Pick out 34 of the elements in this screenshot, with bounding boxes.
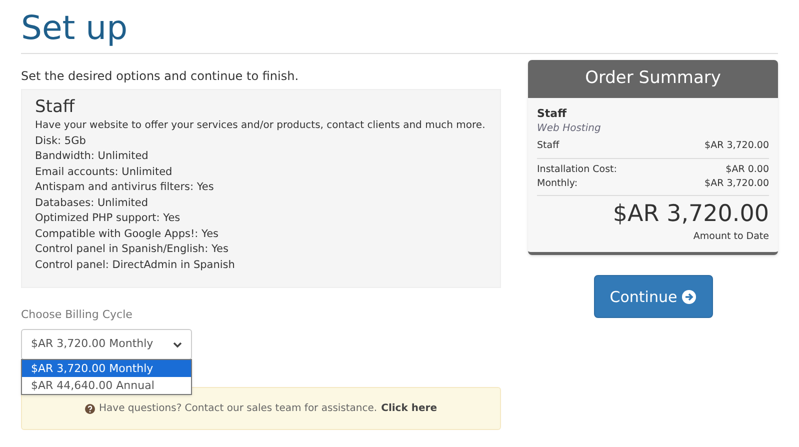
product-name: Staff (35, 96, 75, 118)
summary-group: Web Hosting (537, 121, 601, 136)
feature-text: Control panel in Spanish/English: Yes (35, 242, 228, 257)
summary-item-label: Staff (537, 139, 560, 153)
summary-line-label: Installation Cost: (537, 163, 617, 178)
feature-text: Email accounts: Unlimited (35, 164, 172, 180)
question-icon (85, 404, 96, 414)
feature-text: Compatible with Google Apps!: Yes (35, 226, 218, 242)
feature-text: Control panel: DirectAdmin in Spanish (35, 258, 235, 272)
summary-total: $AR 3,720.00 (612, 200, 769, 230)
billing-label: Choose Billing Cycle (21, 308, 132, 322)
billing-select[interactable]: $AR 3,720.00 Monthly (21, 329, 192, 360)
feature-text: Disk: 5Gb (35, 134, 86, 148)
chevron-down-icon (173, 342, 182, 348)
summary-line-label: Monthly: (537, 177, 578, 192)
arrow-right-circle-icon (682, 290, 696, 304)
billing-option[interactable]: $AR 44,640.00 Annual (22, 377, 191, 394)
help-link[interactable]: Click here (381, 401, 437, 416)
summary-item-amount: $AR 3,720.00 (704, 139, 769, 153)
feature-text: Bandwidth: Unlimited (35, 149, 148, 164)
page-title: Set up (21, 7, 128, 48)
continue-button[interactable]: Continue (594, 275, 712, 318)
summary-line-amount: $AR 0.00 (726, 163, 769, 178)
feature-text: Databases: Unlimited (35, 196, 148, 210)
feature-text: Antispam and antivirus filters: Yes (35, 180, 214, 195)
help-text: Have questions? Contact our sales team for assistance. (99, 402, 378, 416)
product-description: Have your website to offer your services and/or products, contact clients and much more. (35, 119, 486, 133)
feature-text: Optimized PHP support: Yes (35, 211, 180, 226)
summary-product: Staff (537, 106, 567, 121)
summary-header: Order Summary (528, 60, 778, 98)
billing-option[interactable]: $AR 3,720.00 Monthly (22, 360, 191, 377)
intro-text: Set the desired options and continue to finish. (21, 68, 299, 84)
summary-total-label: Amount to Date (693, 230, 769, 244)
summary-line-amount: $AR 3,720.00 (704, 177, 769, 192)
